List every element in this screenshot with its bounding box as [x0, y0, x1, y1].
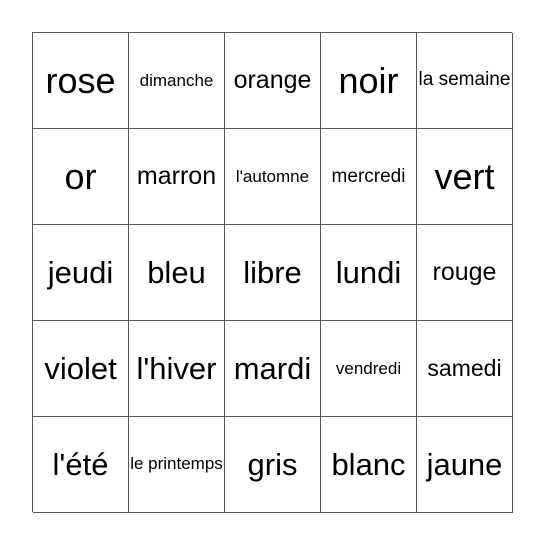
bingo-cell[interactable]: le printemps: [129, 417, 225, 513]
cell-text: mercredi: [331, 165, 406, 187]
bingo-cell[interactable]: marron: [129, 129, 225, 225]
cell-text: vendredi: [335, 358, 402, 378]
cell-text: l'été: [52, 446, 109, 482]
bingo-cell[interactable]: l'automne: [225, 129, 321, 225]
bingo-cell[interactable]: dimanche: [129, 33, 225, 129]
bingo-cell[interactable]: rouge: [417, 225, 513, 321]
bingo-cell[interactable]: blanc: [321, 417, 417, 513]
bingo-cell[interactable]: l'été: [33, 417, 129, 513]
cell-text: dimanche: [139, 70, 214, 90]
cell-text: la semaine: [418, 69, 511, 91]
bingo-cell[interactable]: orange: [225, 33, 321, 129]
cell-text: marron: [136, 162, 217, 191]
cell-text: violet: [44, 350, 117, 386]
cell-text: le printemps: [130, 454, 223, 474]
bingo-cell[interactable]: violet: [33, 321, 129, 417]
cell-text: lundi: [335, 254, 402, 290]
bingo-cell[interactable]: jeudi: [33, 225, 129, 321]
cell-text: noir: [338, 59, 399, 101]
bingo-cell[interactable]: noir: [321, 33, 417, 129]
cell-text: bleu: [147, 254, 206, 290]
cell-text: or: [64, 155, 97, 197]
bingo-cell[interactable]: gris: [225, 417, 321, 513]
cell-text: mardi: [233, 350, 312, 386]
bingo-cell[interactable]: la semaine: [417, 33, 513, 129]
bingo-cell[interactable]: vendredi: [321, 321, 417, 417]
bingo-cell[interactable]: samedi: [417, 321, 513, 417]
bingo-cell[interactable]: lundi: [321, 225, 417, 321]
cell-text: rose: [45, 59, 116, 101]
cell-text: l'automne: [235, 166, 310, 186]
bingo-cell[interactable]: rose: [33, 33, 129, 129]
bingo-cell[interactable]: vert: [417, 129, 513, 225]
cell-text: jaune: [426, 446, 503, 482]
cell-text: orange: [233, 66, 312, 95]
bingo-cell[interactable]: mardi: [225, 321, 321, 417]
cell-text: jeudi: [47, 254, 114, 290]
bingo-card: rose dimanche orange noir la semaine or …: [32, 32, 513, 513]
cell-text: l'hiver: [136, 350, 217, 386]
cell-text: blanc: [331, 446, 406, 482]
bingo-cell[interactable]: mercredi: [321, 129, 417, 225]
bingo-cell[interactable]: or: [33, 129, 129, 225]
bingo-cell[interactable]: libre: [225, 225, 321, 321]
bingo-cell[interactable]: l'hiver: [129, 321, 225, 417]
bingo-cell[interactable]: jaune: [417, 417, 513, 513]
cell-text: libre: [243, 254, 302, 290]
bingo-cell[interactable]: bleu: [129, 225, 225, 321]
cell-text: gris: [247, 446, 298, 482]
cell-text: samedi: [427, 355, 502, 382]
cell-text: rouge: [432, 258, 497, 287]
cell-text: vert: [434, 155, 495, 197]
